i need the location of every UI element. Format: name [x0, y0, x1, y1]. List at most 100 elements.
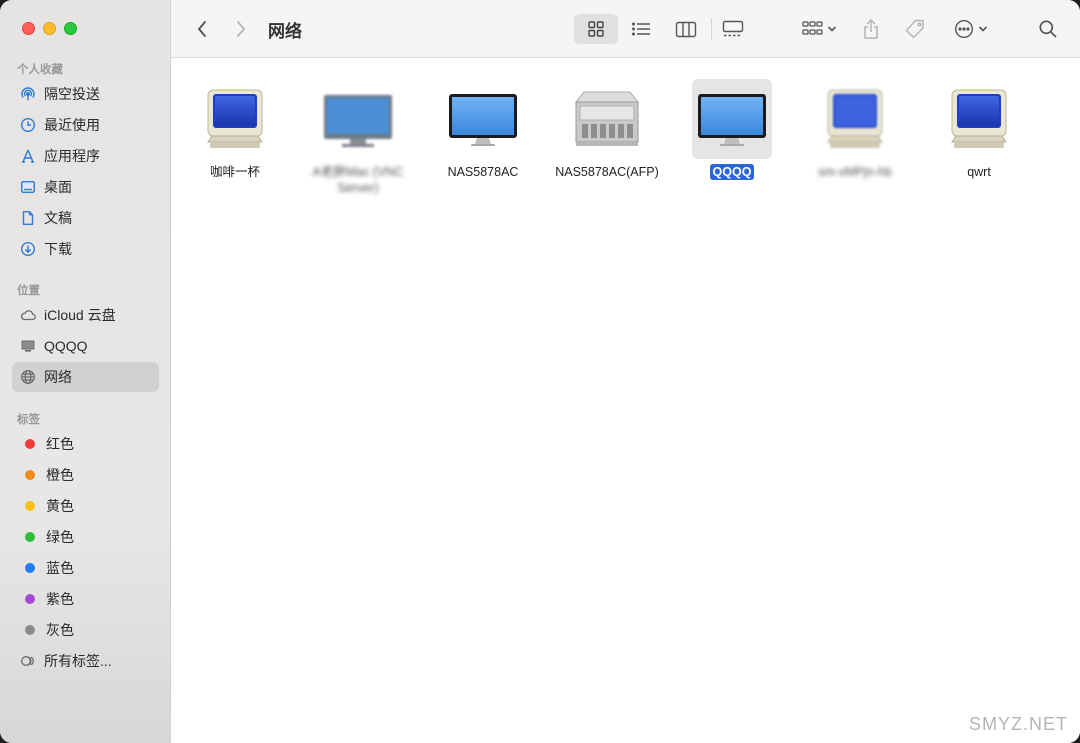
toolbar: 网络: [171, 0, 1080, 58]
item-label: sm-xMPjn-hb: [818, 165, 892, 179]
crt-monitor-icon: [939, 79, 1019, 159]
network-globe-icon: [20, 369, 36, 385]
sidebar-tag-orange[interactable]: 橙色: [12, 460, 159, 490]
network-item[interactable]: NAS5878AC(AFP): [552, 79, 662, 180]
item-label: A老胖Mac (VNC Server): [312, 165, 404, 195]
network-item[interactable]: qwrt: [924, 79, 1034, 180]
sidebar-item-downloads[interactable]: 下载: [12, 234, 159, 264]
sidebar-item-label: 桌面: [44, 179, 72, 195]
sidebar-item-label: 下载: [44, 241, 72, 257]
sidebar: 个人收藏 隔空投送 最近使用 应用程序 桌面 文稿 下载 位置 iCloud 云…: [0, 0, 171, 743]
minimize-button[interactable]: [43, 22, 56, 35]
list-view-icon: [632, 22, 650, 36]
search-icon: [1039, 20, 1057, 38]
sidebar-item-applications[interactable]: 应用程序: [12, 141, 159, 171]
tags-header: 标签: [17, 414, 40, 426]
network-item[interactable]: sm-xMPjn-hb: [800, 79, 910, 180]
forward-button[interactable]: [227, 14, 255, 44]
icon-view-button[interactable]: [574, 14, 618, 44]
tag-color-dot: [25, 501, 35, 511]
sidebar-item-recents[interactable]: 最近使用: [12, 110, 159, 140]
tag-color-dot: [25, 532, 35, 542]
sidebar-item-label: 文稿: [44, 210, 72, 226]
gallery-view-icon: [722, 20, 744, 37]
all-tags-icon: [20, 653, 36, 669]
sidebar-item-label: 橙色: [46, 467, 74, 483]
favorites-header: 个人收藏: [17, 64, 63, 76]
sidebar-item-label: 应用程序: [44, 148, 100, 164]
sidebar-item-label: 隔空投送: [44, 86, 100, 102]
item-label: 咖啡一杯: [209, 165, 260, 179]
sidebar-tag-yellow[interactable]: 黄色: [12, 491, 159, 521]
close-button[interactable]: [22, 22, 35, 35]
sidebar-item-network[interactable]: 网络: [12, 362, 159, 392]
sidebar-item-label: 所有标签...: [44, 653, 112, 669]
sidebar-tag-red[interactable]: 红色: [12, 429, 159, 459]
cloud-icon: [20, 307, 36, 323]
sidebar-item-desktop[interactable]: 桌面: [12, 172, 159, 202]
more-actions-button[interactable]: [948, 14, 994, 44]
network-browser: 咖啡一杯 A老胖Mac (VNC Server) NAS5878AC NAS58…: [172, 59, 1080, 743]
chevron-right-icon: [237, 21, 246, 37]
item-label: qwrt: [967, 165, 991, 179]
sidebar-item-qqqq[interactable]: QQQQ: [12, 331, 159, 361]
monitor-icon: [692, 79, 772, 159]
sidebar-item-label: 灰色: [46, 622, 74, 638]
share-icon: [864, 18, 878, 39]
sidebar-item-label: 网络: [44, 369, 72, 385]
tag-color-dot: [25, 439, 35, 449]
sidebar-item-documents[interactable]: 文稿: [12, 203, 159, 233]
network-item[interactable]: A老胖Mac (VNC Server): [303, 79, 413, 196]
tag-color-dot: [25, 470, 35, 480]
sidebar-tag-gray[interactable]: 灰色: [12, 615, 159, 645]
share-button[interactable]: [857, 14, 885, 44]
desktop-icon: [20, 179, 36, 195]
server-icon: [567, 79, 647, 159]
item-label: QQQQ: [709, 164, 755, 180]
sidebar-all-tags[interactable]: 所有标签...: [12, 646, 159, 676]
tag-button[interactable]: [900, 14, 930, 44]
column-view-button[interactable]: [668, 14, 704, 44]
search-button[interactable]: [1033, 14, 1063, 44]
airdrop-icon: [20, 86, 36, 102]
group-grid-icon: [801, 21, 823, 35]
clock-icon: [20, 117, 36, 133]
sidebar-tag-purple[interactable]: 紫色: [12, 584, 159, 614]
crt-monitor-icon: [195, 79, 275, 159]
network-item[interactable]: 咖啡一杯: [180, 79, 290, 180]
grid-view-icon: [588, 21, 604, 37]
download-icon: [20, 241, 36, 257]
sidebar-item-label: 紫色: [46, 591, 74, 607]
sidebar-tag-blue[interactable]: 蓝色: [12, 553, 159, 583]
locations-header: 位置: [17, 285, 40, 297]
list-view-button[interactable]: [622, 14, 660, 44]
sidebar-item-icloud[interactable]: iCloud 云盘: [12, 300, 159, 330]
tag-color-dot: [25, 563, 35, 573]
network-item[interactable]: NAS5878AC: [428, 79, 538, 180]
zoom-button[interactable]: [64, 22, 77, 35]
ellipsis-circle-icon: [954, 19, 974, 39]
finder-window: 个人收藏 隔空投送 最近使用 应用程序 桌面 文稿 下载 位置 iCloud 云…: [0, 0, 1080, 743]
watermark-text: SMYZ.NET: [968, 714, 1068, 734]
group-by-button[interactable]: [796, 14, 842, 44]
window-controls: [22, 22, 77, 35]
sidebar-item-label: 最近使用: [44, 117, 100, 133]
gallery-view-button[interactable]: [715, 14, 751, 44]
sidebar-item-airdrop[interactable]: 隔空投送: [12, 79, 159, 109]
sidebar-item-label: 黄色: [46, 498, 74, 514]
crt-monitor-icon: [815, 79, 895, 159]
tag-icon: [905, 19, 924, 39]
chevron-down-icon: [978, 26, 988, 32]
sidebar-item-label: 绿色: [46, 529, 74, 545]
tag-color-dot: [25, 594, 35, 604]
back-button[interactable]: [188, 14, 216, 44]
chevron-down-icon: [827, 26, 836, 32]
document-icon: [20, 210, 36, 226]
chevron-left-icon: [197, 21, 206, 37]
tag-color-dot: [25, 625, 35, 635]
sidebar-item-label: 蓝色: [46, 560, 74, 576]
network-item-selected[interactable]: QQQQ: [677, 79, 787, 180]
sidebar-tag-green[interactable]: 绿色: [12, 522, 159, 552]
window-title: 网络: [268, 22, 302, 41]
column-view-icon: [675, 21, 697, 37]
